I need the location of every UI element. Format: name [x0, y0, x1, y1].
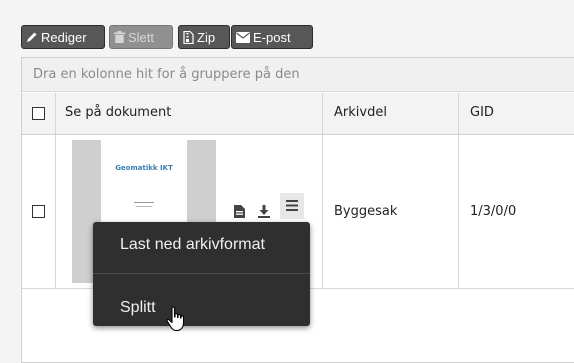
menu-item-last-ned-arkivformat[interactable]: Last ned arkivformat: [93, 222, 310, 272]
zip-label: Zip: [197, 29, 216, 45]
column-divider: [458, 93, 459, 134]
download-icon[interactable]: [258, 205, 270, 218]
hand-pointer-icon: [166, 306, 185, 332]
rediger-label: Rediger: [41, 29, 87, 45]
column-header-se-pa-dokument[interactable]: Se på dokument: [65, 105, 171, 120]
column-divider: [322, 93, 323, 134]
group-drop-area[interactable]: Dra en kolonne hit for å gruppere på den: [22, 58, 574, 92]
select-all-checkbox[interactable]: [32, 107, 45, 120]
zip-button[interactable]: Zip: [178, 25, 230, 49]
slett-button[interactable]: Slett: [109, 25, 173, 49]
epost-button[interactable]: E-post: [231, 25, 313, 49]
epost-label: E-post: [253, 29, 291, 45]
grid-header-row: Se på dokument Arkivdel GID: [22, 93, 574, 135]
column-header-gid[interactable]: GID: [470, 105, 494, 120]
thumbnail-logo: Geomatikk IKT: [115, 164, 173, 172]
group-hint-text: Dra en kolonne hit for å gruppere på den: [33, 67, 300, 82]
thumbnail-text-line: [134, 202, 154, 203]
gid-cell: 1/3/0/0: [470, 204, 517, 219]
column-divider: [55, 135, 56, 288]
menu-item-splitt[interactable]: Splitt: [93, 292, 310, 324]
hamburger-menu-icon: [286, 200, 298, 211]
envelope-icon: [236, 31, 250, 43]
column-header-arkivdel[interactable]: Arkivdel: [334, 105, 387, 120]
column-divider: [322, 135, 323, 288]
thumbnail-text-line: [136, 206, 152, 207]
slett-label: Slett: [128, 29, 155, 45]
context-menu: Last ned arkivformat Splitt: [93, 222, 310, 326]
pencil-icon: [27, 32, 37, 42]
menu-divider: [93, 273, 310, 274]
row-menu-button[interactable]: [280, 193, 304, 219]
file-icon[interactable]: [234, 205, 245, 218]
column-divider: [458, 135, 459, 288]
row-checkbox[interactable]: [32, 205, 45, 218]
file-archive-icon: [183, 30, 194, 44]
rediger-button[interactable]: Rediger: [21, 25, 105, 49]
trash-icon: [114, 31, 125, 43]
column-divider: [55, 93, 56, 134]
arkivdel-cell: Byggesak: [334, 204, 398, 219]
